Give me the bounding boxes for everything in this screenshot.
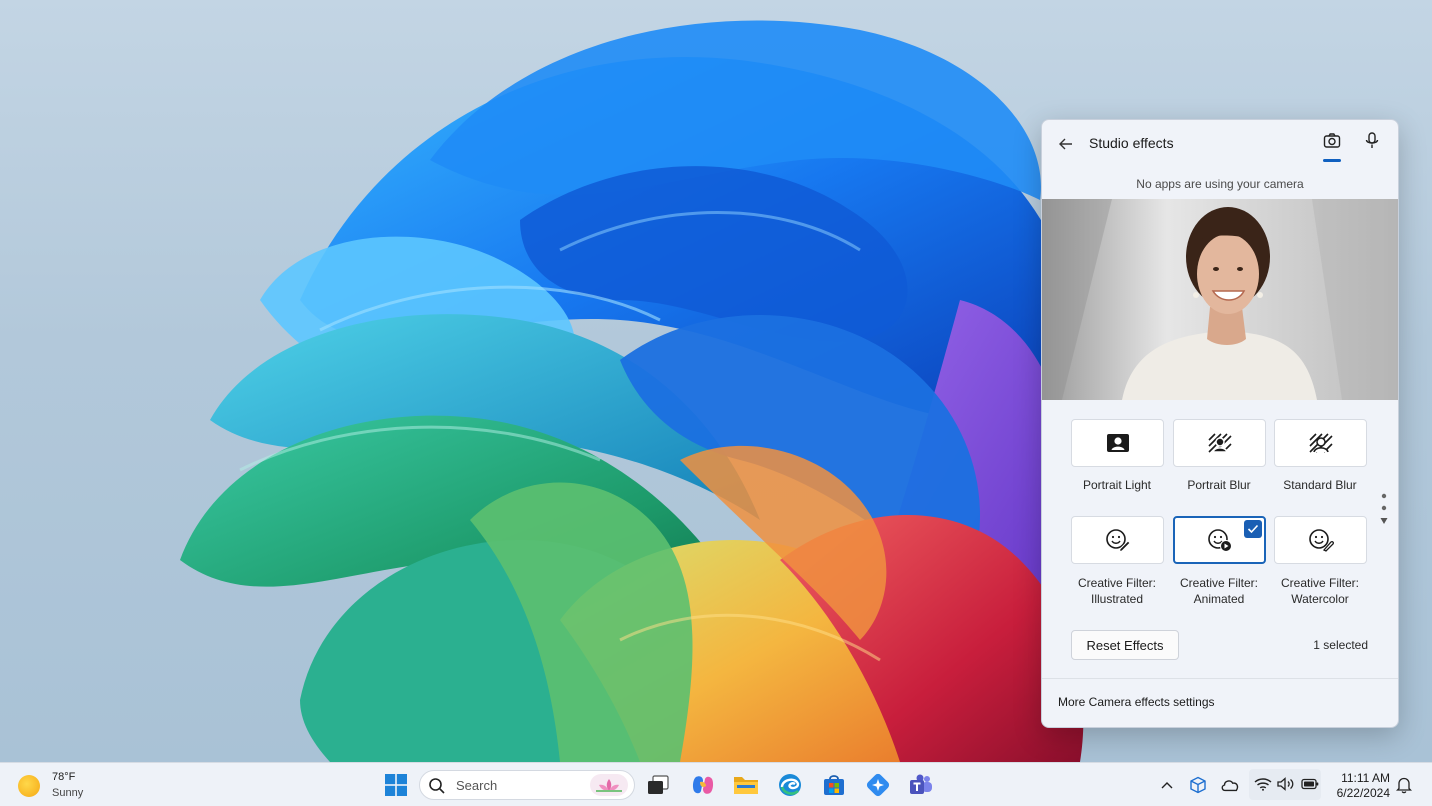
sunny-weather-icon	[18, 775, 40, 797]
edge-icon	[779, 774, 801, 796]
effect-label-line1: Creative Filter:	[1179, 576, 1259, 590]
bell-icon	[1396, 777, 1412, 794]
reset-effects-button[interactable]: Reset Effects	[1071, 630, 1179, 660]
search-icon	[429, 778, 445, 794]
pager-dots-icon	[1380, 493, 1388, 524]
effect-tile-standard-blur[interactable]	[1274, 419, 1367, 467]
flyout-header: Studio effects	[1042, 120, 1398, 172]
file-explorer-button[interactable]	[732, 771, 760, 799]
wifi-icon	[1254, 778, 1272, 791]
effect-label-creative-filter-illustrated: Creative Filter: Illustrated	[1067, 575, 1167, 607]
weather-condition: Sunny	[52, 787, 84, 799]
taskbar-search-box[interactable]: Search	[419, 770, 635, 800]
copilot-icon	[692, 776, 714, 794]
battery-icon	[1301, 778, 1319, 790]
page-indicator[interactable]	[1380, 492, 1388, 532]
task-view-icon	[648, 775, 669, 794]
effect-label-creative-filter-animated: Creative Filter: Animated	[1169, 575, 1269, 607]
effect-tile-portrait-blur[interactable]	[1173, 419, 1266, 467]
effect-tile-creative-filter-animated[interactable]	[1173, 516, 1266, 564]
effect-tile-creative-filter-watercolor[interactable]	[1274, 516, 1367, 564]
sparkle-app-icon	[866, 773, 890, 797]
portrait-blur-icon	[1207, 433, 1232, 453]
store-icon	[824, 775, 844, 795]
cube-tray-icon	[1190, 776, 1206, 794]
effect-tile-portrait-light[interactable]	[1071, 419, 1164, 467]
creative-filter-illustrated-icon	[1105, 529, 1131, 552]
effect-label-line1: Creative Filter:	[1280, 576, 1360, 590]
teams-icon	[910, 774, 932, 794]
show-hidden-icons-button[interactable]	[1157, 775, 1177, 795]
camera-status-text: No apps are using your camera	[1136, 177, 1304, 191]
copilot-button[interactable]	[689, 771, 717, 799]
selected-check-badge	[1244, 520, 1262, 538]
tray-app-button[interactable]	[1188, 775, 1208, 795]
quick-settings-button[interactable]	[1249, 769, 1321, 800]
clock-time: 11:11 AM	[1341, 771, 1390, 785]
effect-tile-creative-filter-illustrated[interactable]	[1071, 516, 1164, 564]
tab-camera[interactable]	[1320, 132, 1344, 162]
windows-logo-icon	[385, 774, 407, 796]
search-highlight-art	[590, 774, 628, 796]
studio-effects-flyout: Studio effects No apps are using your ca…	[1041, 119, 1399, 728]
effect-label-line2: Animated	[1193, 592, 1245, 606]
microphone-icon	[1365, 132, 1379, 148]
lotus-icon	[596, 779, 622, 792]
flyout-title: Studio effects	[1089, 135, 1174, 151]
copilot-key-app-button[interactable]	[864, 771, 892, 799]
effect-label-portrait-blur: Portrait Blur	[1187, 478, 1251, 492]
effect-label-creative-filter-watercolor: Creative Filter: Watercolor	[1270, 575, 1370, 607]
onedrive-button[interactable]	[1220, 775, 1240, 795]
checkmark-icon	[1247, 524, 1259, 534]
edge-browser-button[interactable]	[776, 771, 804, 799]
microsoft-store-button[interactable]	[820, 771, 848, 799]
search-placeholder: Search	[456, 778, 498, 793]
cloud-icon	[1221, 780, 1239, 792]
back-button[interactable]	[1054, 132, 1078, 156]
flyout-divider	[1042, 678, 1398, 679]
effect-label-line1: Creative Filter:	[1077, 576, 1157, 590]
folder-icon	[734, 777, 758, 794]
effect-label-standard-blur: Standard Blur	[1283, 478, 1357, 492]
camera-preview-image	[1042, 199, 1398, 400]
taskbar-clock[interactable]: 11:11 AM 6/22/2024	[1328, 771, 1390, 800]
task-view-button[interactable]	[644, 771, 672, 799]
creative-filter-animated-icon	[1207, 529, 1232, 552]
creative-filter-watercolor-icon	[1308, 529, 1334, 552]
standard-blur-icon	[1308, 433, 1333, 453]
camera-icon	[1323, 133, 1341, 148]
volume-icon	[1277, 777, 1294, 791]
tab-microphone[interactable]	[1360, 132, 1384, 156]
back-arrow-icon	[1059, 138, 1072, 150]
effect-label-line2: Watercolor	[1291, 592, 1349, 606]
effect-label-portrait-light: Portrait Light	[1082, 478, 1152, 492]
notifications-button[interactable]	[1394, 775, 1414, 795]
start-button[interactable]	[382, 771, 410, 799]
teams-button[interactable]	[907, 771, 935, 799]
portrait-light-icon	[1106, 434, 1129, 452]
taskbar: 78°F Sunny Search 11:11 AM 6/22/2024	[0, 762, 1432, 806]
active-tab-indicator	[1323, 159, 1341, 162]
desktop: Studio effects No apps are using your ca…	[0, 0, 1432, 762]
selected-count: 1 selected	[1313, 638, 1368, 652]
more-camera-effects-settings-link[interactable]: More Camera effects settings	[1058, 695, 1215, 709]
effect-label-line2: Illustrated	[1090, 592, 1144, 606]
chevron-up-icon	[1161, 782, 1173, 789]
clock-date: 6/22/2024	[1336, 786, 1390, 800]
camera-preview	[1042, 199, 1398, 400]
weather-temperature: 78°F	[52, 771, 76, 783]
effects-grid: Portrait Light Portrait Blur Standard Bl…	[1042, 400, 1398, 720]
